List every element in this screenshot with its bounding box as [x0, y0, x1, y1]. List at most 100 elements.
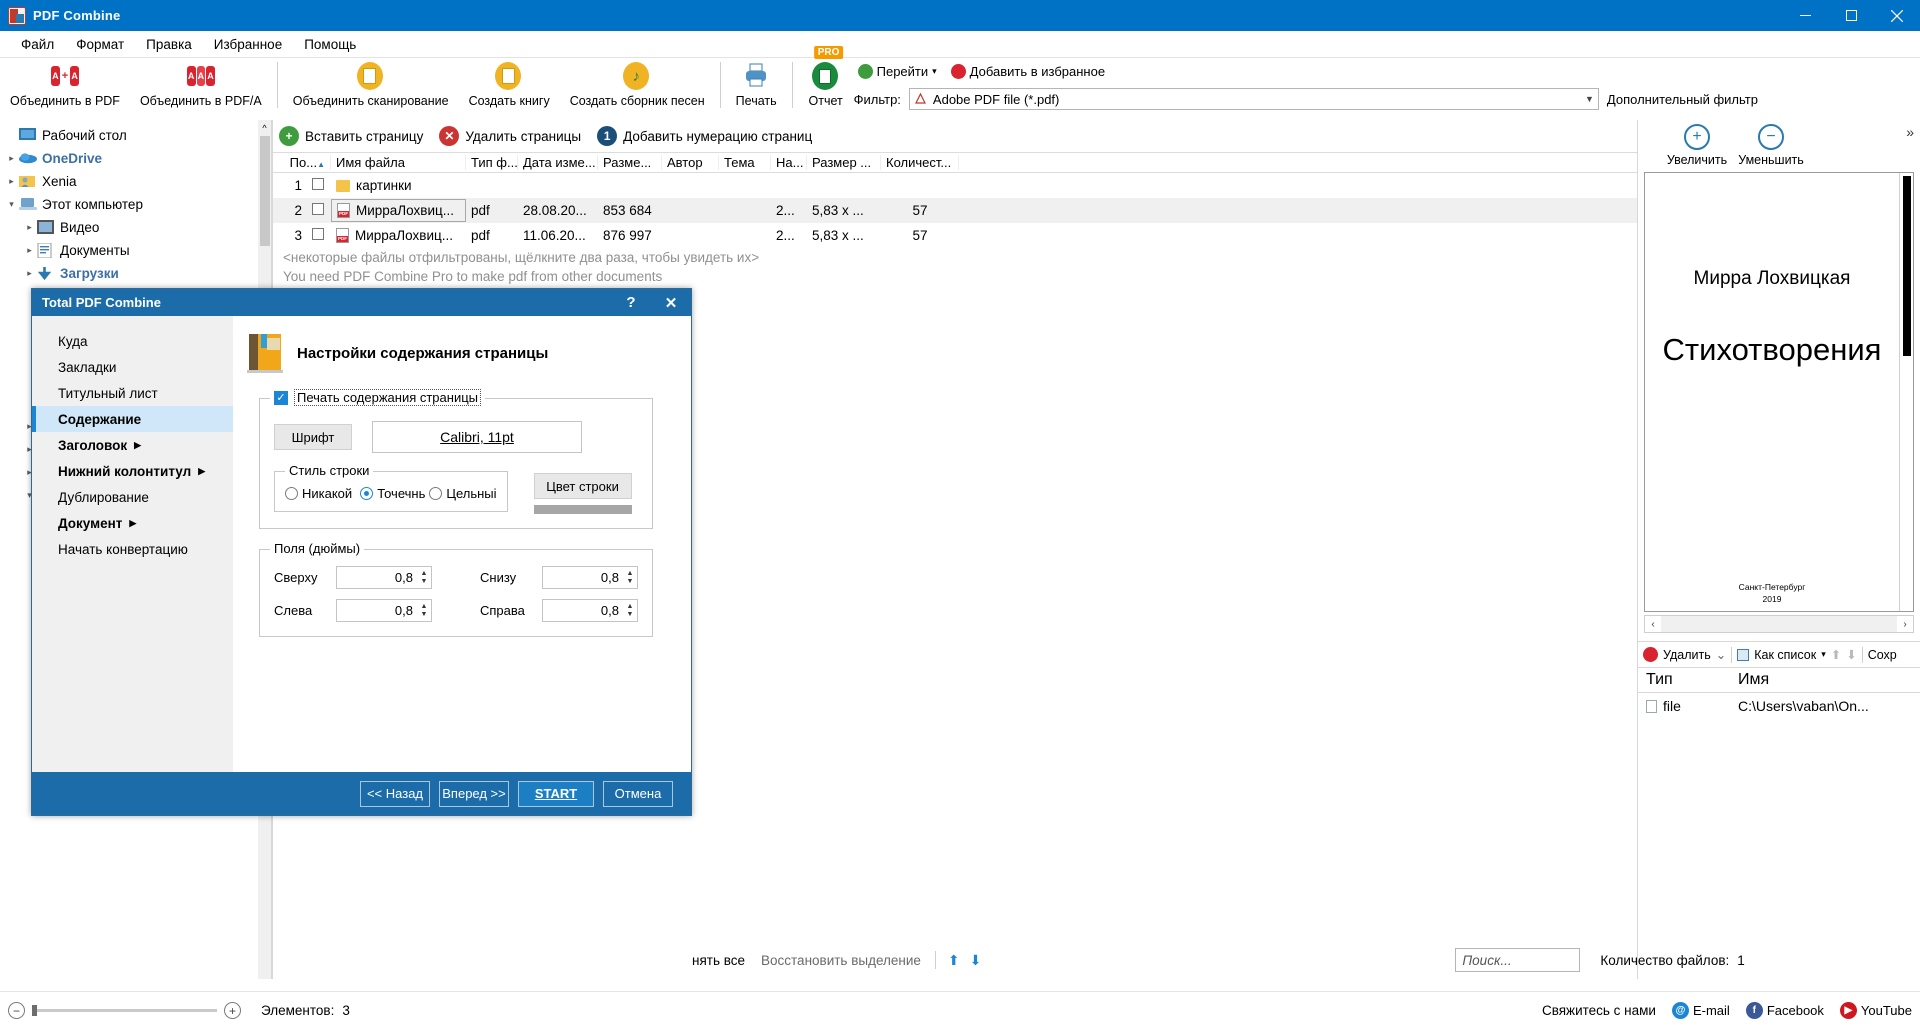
menu-item-edit[interactable]: Правка [135, 34, 203, 55]
margin-left-input[interactable]: 0,8 ▲ ▼ [336, 599, 432, 622]
line-style-dotted-radio[interactable] [360, 487, 374, 500]
line-color-button[interactable]: Цвет строки [533, 473, 632, 499]
sidebar-item-documents[interactable]: ▸ Документы [0, 239, 258, 262]
add-favorite-button[interactable]: Добавить в избранное [950, 64, 1105, 79]
sidebar-item-this-pc[interactable]: ▾ Этот компьютер [0, 193, 258, 216]
page-content-settings-dialog[interactable]: Total PDF Combine ? ✕ Куда Закладки Титу… [31, 288, 692, 816]
chevron-down-icon[interactable]: ⌄ [1716, 647, 1726, 662]
tree-arrow[interactable]: ▸ [22, 245, 37, 256]
line-style-solid-radio[interactable] [429, 487, 443, 500]
move-down-icon[interactable]: ⬇ [1846, 647, 1856, 662]
menu-item-help[interactable]: Помощь [293, 34, 367, 55]
move-down-icon[interactable]: ⬇ [970, 952, 982, 969]
dialog-help-button[interactable]: ? [611, 289, 651, 316]
toolbar-combine-scan[interactable]: Объединить сканирование [283, 58, 459, 108]
zoom-out-icon[interactable]: − [8, 1002, 25, 1019]
zoom-out-button[interactable]: − Уменьшить [1734, 124, 1808, 167]
sidebar-item-onedrive[interactable]: ▸ OneDrive [0, 147, 258, 170]
dialog-back-button[interactable]: << Назад [360, 780, 430, 807]
save-label[interactable]: Сохр [1868, 648, 1897, 662]
insert-page-button[interactable]: + Вставить страницу [279, 126, 423, 146]
zoom-in-icon[interactable]: + [224, 1002, 241, 1019]
table-row[interactable]: 2 МирраЛохвиц... pdf 28.08.20... 853 684… [273, 198, 1637, 223]
zoom-slider[interactable]: − + [8, 1002, 241, 1019]
column-header-subject[interactable]: Тема [719, 155, 771, 170]
preview-vertical-scrollbar[interactable] [1899, 173, 1913, 611]
column-header-filetype[interactable]: Тип ф... [466, 155, 518, 170]
goto-button[interactable]: Перейти ▾ [857, 64, 937, 79]
deselect-all-button[interactable]: нять все [692, 953, 745, 968]
margin-top-input[interactable]: 0,8 ▲ ▼ [336, 566, 432, 589]
menu-item-format[interactable]: Формат [65, 34, 135, 55]
margin-bottom-input[interactable]: 0,8 ▲ ▼ [542, 566, 638, 589]
font-button[interactable]: Шрифт [274, 424, 352, 450]
restore-selection-button[interactable]: Восстановить выделение [761, 953, 921, 968]
dialog-nav-bookmarks[interactable]: Закладки [32, 354, 233, 380]
zoom-in-button[interactable]: + Увеличить [1660, 124, 1734, 167]
youtube-link[interactable]: ▶ YouTube [1839, 1002, 1912, 1019]
font-value-field[interactable]: Calibri, 11pt [372, 421, 582, 453]
facebook-link[interactable]: f Facebook [1745, 1002, 1824, 1019]
extra-filter-label[interactable]: Дополнительный фильтр [1607, 92, 1758, 107]
toolbar-combine-pdfa[interactable]: AAA Объединить в PDF/A [130, 58, 272, 108]
dialog-nav-duplication[interactable]: Дублирование [32, 484, 233, 510]
search-input[interactable]: Поиск... [1455, 948, 1581, 972]
toolbar-report[interactable]: PRO Отчет [798, 46, 854, 108]
sidebar-item-desktop[interactable]: Рабочий стол [0, 124, 258, 147]
dialog-nav-footer[interactable]: Нижний колонтитул ▶ [32, 458, 233, 484]
minimize-button[interactable] [1782, 0, 1828, 31]
row-checkbox[interactable] [312, 178, 324, 190]
tree-arrow[interactable]: ▾ [4, 199, 19, 210]
maximize-button[interactable] [1828, 0, 1874, 31]
list-item[interactable]: file C:\Users\vaban\On... [1638, 693, 1920, 719]
dialog-nav-start-convert[interactable]: Начать конвертацию [32, 536, 233, 562]
column-header-position[interactable]: По...▲ [273, 155, 331, 170]
dialog-close-button[interactable]: ✕ [651, 289, 691, 316]
sidebar-item-xenia[interactable]: ▸ Xenia [0, 170, 258, 193]
margin-right-input[interactable]: 0,8 ▲ ▼ [542, 599, 638, 622]
zoom-slider-track[interactable] [32, 1005, 217, 1016]
dialog-nav-document[interactable]: Документ ▶ [32, 510, 233, 536]
dialog-start-button[interactable]: START [518, 780, 594, 807]
sidebar-item-downloads[interactable]: ▸ Загрузки [0, 262, 258, 285]
column-header-author[interactable]: Автор [662, 155, 719, 170]
print-toc-checkbox[interactable]: Печать содержания страницы [270, 389, 485, 406]
tree-arrow[interactable]: ▸ [22, 222, 37, 233]
row-checkbox[interactable] [312, 228, 324, 240]
table-row[interactable]: 3 МирраЛохвиц... pdf 11.06.20... 876 997… [273, 223, 1637, 248]
add-page-numbering-button[interactable]: 1 Добавить нумерацию страниц [597, 126, 812, 146]
files-column-type[interactable]: Тип [1638, 671, 1738, 689]
column-header-filename[interactable]: Имя файла [331, 155, 466, 170]
sidebar-item-video[interactable]: ▸ Видео [0, 216, 258, 239]
delete-label[interactable]: Удалить [1663, 648, 1711, 662]
dialog-nav-title-page[interactable]: Титульный лист [32, 380, 233, 406]
table-row[interactable]: 1 картинки [273, 173, 1637, 198]
column-header-date[interactable]: Дата изме... [518, 155, 598, 170]
move-up-icon[interactable]: ⬆ [948, 952, 960, 969]
column-header-size[interactable]: Разме... [598, 155, 662, 170]
move-up-icon[interactable]: ⬆ [1831, 647, 1841, 662]
chevron-down-icon[interactable]: ▾ [1821, 649, 1826, 660]
dialog-cancel-button[interactable]: Отмена [603, 780, 673, 807]
line-style-none-radio[interactable] [285, 487, 298, 500]
column-header-na[interactable]: На... [771, 155, 807, 170]
row-checkbox[interactable] [312, 203, 324, 215]
scroll-left-icon[interactable]: ‹ [1645, 619, 1661, 630]
chevron-down-icon[interactable]: ▼ [1585, 94, 1594, 104]
toolbar-combine-pdf[interactable]: A + A Объединить в PDF [0, 58, 130, 108]
scroll-right-icon[interactable]: › [1897, 619, 1913, 630]
toolbar-print[interactable]: Печать [726, 58, 787, 108]
email-link[interactable]: @ E-mail [1671, 1002, 1730, 1019]
column-header-dimensions[interactable]: Размер ... [807, 155, 881, 170]
tree-arrow[interactable]: ▸ [4, 153, 19, 164]
preview-horizontal-scrollbar[interactable]: ‹ › [1644, 615, 1914, 633]
as-list-label[interactable]: Как список [1754, 648, 1816, 662]
menu-item-file[interactable]: Файл [10, 34, 65, 55]
tree-arrow[interactable]: ▸ [22, 268, 37, 279]
menu-item-favorites[interactable]: Избранное [203, 34, 293, 55]
toolbar-create-songbook[interactable]: ♪ Создать сборник песен [560, 58, 715, 108]
dialog-next-button[interactable]: Вперед >> [439, 780, 509, 807]
delete-pages-button[interactable]: ✕ Удалить страницы [439, 126, 581, 146]
dialog-nav-destination[interactable]: Куда [32, 328, 233, 354]
tree-arrow[interactable]: ▸ [4, 176, 19, 187]
